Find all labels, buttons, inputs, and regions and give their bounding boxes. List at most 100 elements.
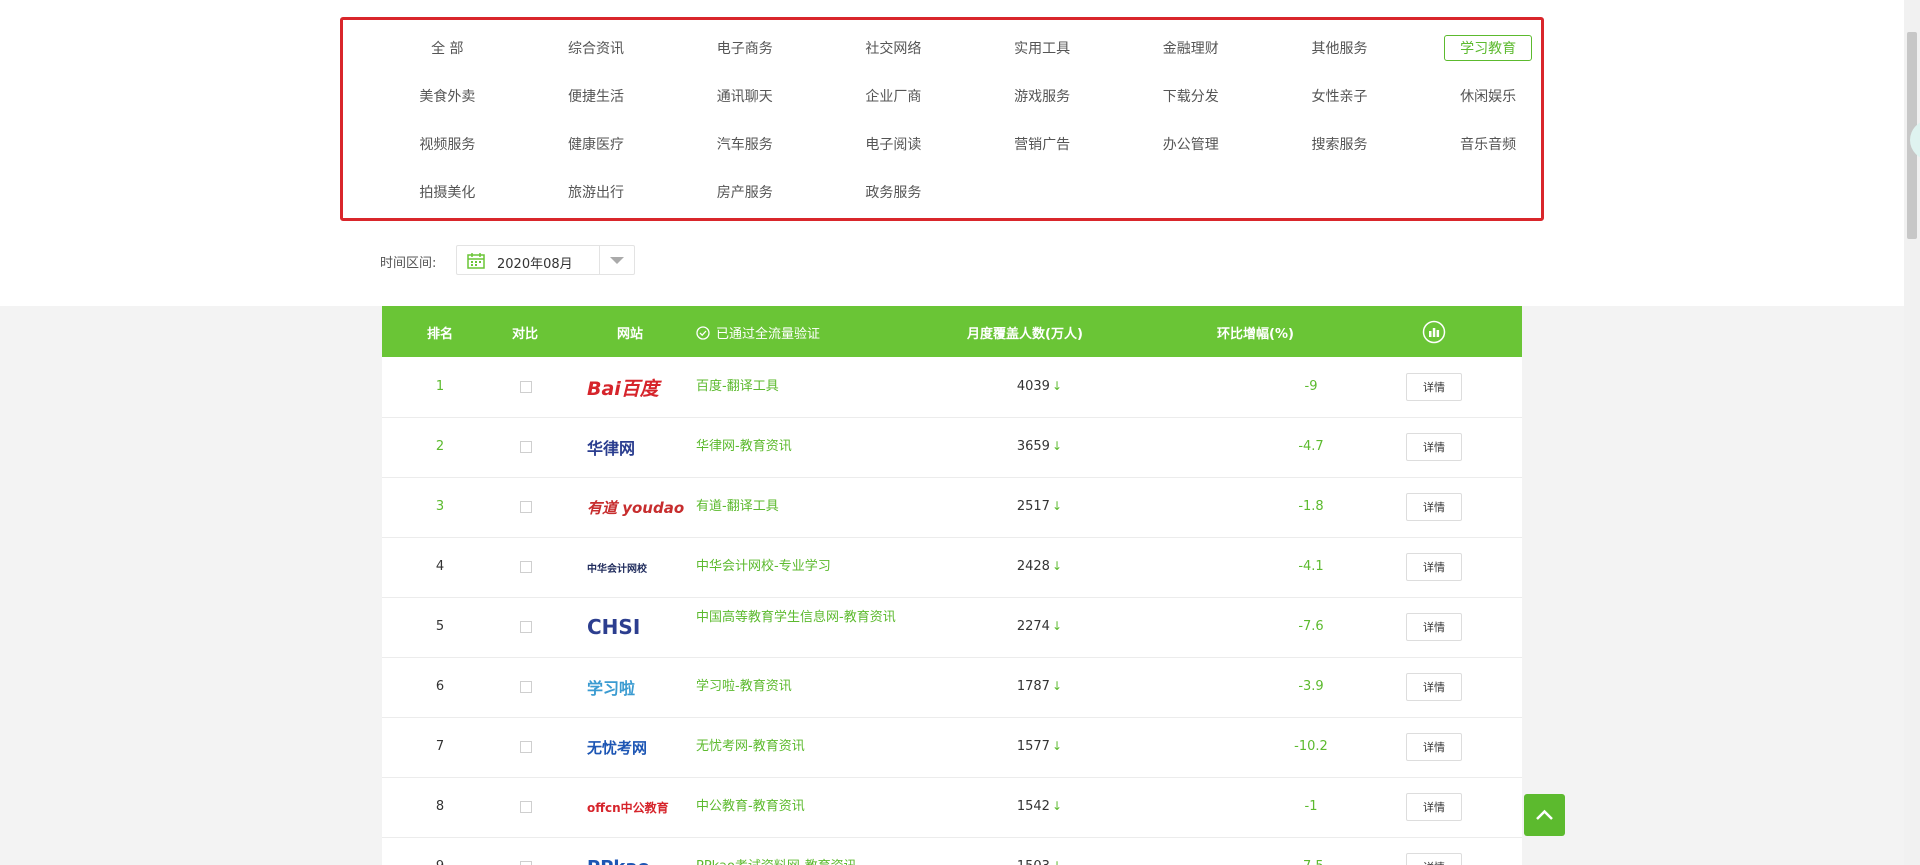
- category-item[interactable]: 金融理财: [1116, 38, 1265, 58]
- site-logo: CHSI: [587, 609, 677, 645]
- month-picker[interactable]: 2020年08月: [456, 245, 635, 275]
- coverage-value: 3659 ↓: [982, 439, 1062, 454]
- category-item[interactable]: 视频服务: [373, 134, 522, 154]
- compare-checkbox[interactable]: [520, 741, 532, 753]
- site-logo-text: 中华会计网校: [587, 563, 647, 575]
- detail-button[interactable]: 详情: [1406, 373, 1462, 401]
- check-circle-icon: [696, 326, 710, 340]
- category-item[interactable]: 汽车服务: [670, 134, 819, 154]
- table-row: 4 中华会计网校 中华会计网校-专业学习 2428 ↓ -4.1 详情: [382, 537, 1522, 598]
- growth-value: -1.8: [1298, 499, 1324, 514]
- category-item[interactable]: 下载分发: [1116, 86, 1265, 106]
- category-item[interactable]: 社交网络: [819, 38, 968, 58]
- category-item[interactable]: 便捷生活: [522, 86, 671, 106]
- table-row: 6 学习啦 学习啦-教育资讯 1787 ↓ -3.9 详情: [382, 657, 1522, 718]
- category-item[interactable]: 其他服务: [1265, 38, 1414, 58]
- category-item[interactable]: 企业厂商: [819, 86, 968, 106]
- category-item-active[interactable]: 学习教育: [1444, 35, 1533, 61]
- category-item[interactable]: 综合资讯: [522, 38, 671, 58]
- table-row: 1 Bai百度 百度-翻译工具 4039 ↓ -9 详情: [382, 357, 1522, 418]
- category-item[interactable]: 实用工具: [968, 38, 1117, 58]
- export-chart-button[interactable]: [1422, 320, 1446, 348]
- rank-number: 1: [435, 379, 445, 394]
- site-name-link[interactable]: 中公教育-教育资讯: [696, 799, 916, 815]
- compare-checkbox[interactable]: [520, 681, 532, 693]
- coverage-number: 3659: [1016, 439, 1050, 454]
- category-cell: 音乐音频: [1414, 137, 1563, 192]
- detail-button[interactable]: 详情: [1406, 673, 1462, 701]
- detail-button[interactable]: 详情: [1406, 493, 1462, 521]
- site-name-link[interactable]: 有道-翻译工具: [696, 499, 916, 515]
- compare-checkbox[interactable]: [520, 801, 532, 813]
- category-item[interactable]: 营销广告: [968, 134, 1117, 154]
- compare-checkbox[interactable]: [520, 441, 532, 453]
- coverage-value: 1577 ↓: [982, 739, 1062, 754]
- site-name-link[interactable]: 中国高等教育学生信息网-教育资讯: [696, 610, 916, 626]
- compare-checkbox[interactable]: [520, 381, 532, 393]
- back-to-top-button[interactable]: [1524, 794, 1565, 836]
- compare-checkbox[interactable]: [520, 561, 532, 573]
- category-item[interactable]: 女性亲子: [1265, 86, 1414, 106]
- table-row: 2 华律网 华律网-教育资讯 3659 ↓ -4.7 详情: [382, 417, 1522, 478]
- coverage-value: 2274 ↓: [982, 619, 1062, 634]
- top-filter-area: 全 部综合资讯 电子商务 社交网络 实用工具 金融理财 其他服务 学习教育美食外卖 便捷生活通…: [0, 0, 1904, 306]
- site-logo: 中华会计网校: [587, 549, 677, 585]
- site-name-link[interactable]: 学习啦-教育资讯: [696, 679, 916, 695]
- compare-checkbox[interactable]: [520, 861, 532, 865]
- down-arrow-icon: ↓: [1051, 379, 1062, 393]
- category-item[interactable]: 电子阅读: [819, 134, 968, 154]
- category-item[interactable]: 搜索服务: [1265, 134, 1414, 154]
- category-item[interactable]: 旅游出行: [522, 182, 671, 202]
- site-name-link[interactable]: 华律网-教育资讯: [696, 439, 916, 455]
- table-header: 排名 对比 网站 已通过全流量验证 月度覆盖人数(万人) 环比增幅(%): [382, 306, 1522, 357]
- site-name-link[interactable]: PPkao考试资料网-教育资讯: [696, 859, 916, 865]
- category-item[interactable]: 政务服务: [819, 182, 968, 202]
- category-item[interactable]: 游戏服务: [968, 86, 1117, 106]
- compare-checkbox[interactable]: [520, 621, 532, 633]
- category-item[interactable]: 房产服务: [670, 182, 819, 202]
- category-item[interactable]: 休闲娱乐: [1414, 86, 1563, 106]
- coverage-value: 1503↓: [982, 859, 1062, 865]
- coverage-number: 4039: [1016, 379, 1050, 394]
- detail-button[interactable]: 详情: [1406, 553, 1462, 581]
- detail-button[interactable]: 详情: [1406, 793, 1462, 821]
- site-logo-text: 华律网: [587, 439, 636, 458]
- compare-checkbox[interactable]: [520, 501, 532, 513]
- category-item[interactable]: 通讯聊天: [670, 86, 819, 106]
- category-item[interactable]: 全 部: [373, 38, 522, 58]
- detail-button[interactable]: 详情: [1406, 433, 1462, 461]
- site-name-link[interactable]: 百度-翻译工具: [696, 379, 916, 395]
- site-logo: 无忧考网: [587, 729, 677, 765]
- category-item[interactable]: 电子商务: [670, 38, 819, 58]
- site-name-link[interactable]: 中华会计网校-专业学习: [696, 559, 916, 575]
- rank-number: 3: [435, 499, 445, 514]
- time-range-label: 时间区间:: [380, 256, 437, 271]
- category-filter-box: 全 部综合资讯 电子商务 社交网络 实用工具 金融理财 其他服务 学习教育美食外卖 便捷生活通…: [340, 17, 1544, 221]
- category-item[interactable]: 拍摄美化: [373, 182, 522, 202]
- site-logo: 学习啦: [587, 669, 677, 705]
- coverage-value: 2517 ↓: [982, 499, 1062, 514]
- detail-button[interactable]: 详情: [1406, 733, 1462, 761]
- chart-circle-icon: [1422, 320, 1446, 344]
- site-name-link[interactable]: 无忧考网-教育资讯: [696, 739, 916, 755]
- rank-number: 2: [435, 439, 445, 454]
- month-dropdown-toggle[interactable]: [599, 246, 634, 274]
- category-item[interactable]: 健康医疗: [522, 134, 671, 154]
- header-growth: 环比增幅(%): [1217, 327, 1294, 342]
- category-cell: 营销广告: [968, 137, 1117, 192]
- site-logo-text: 无忧考网: [587, 738, 648, 757]
- chevron-up-icon: [1536, 809, 1553, 820]
- category-item[interactable]: 办公管理: [1116, 134, 1265, 154]
- growth-value: -9: [1304, 379, 1318, 394]
- category-cell: 办公管理: [1116, 137, 1265, 192]
- rank-number: 9: [430, 859, 450, 865]
- growth-value: -10.2: [1294, 739, 1328, 754]
- detail-button[interactable]: 详情: [1406, 613, 1462, 641]
- detail-button[interactable]: 详情: [1406, 853, 1462, 865]
- growth-value: -7.5: [1262, 859, 1360, 865]
- site-logo-text: Bai百度: [587, 377, 659, 400]
- site-logo: offcn中公教育: [587, 789, 677, 825]
- category-item[interactable]: 音乐音频: [1414, 134, 1563, 154]
- category-item[interactable]: 美食外卖: [373, 86, 522, 106]
- down-arrow-icon: ↓: [1051, 499, 1062, 513]
